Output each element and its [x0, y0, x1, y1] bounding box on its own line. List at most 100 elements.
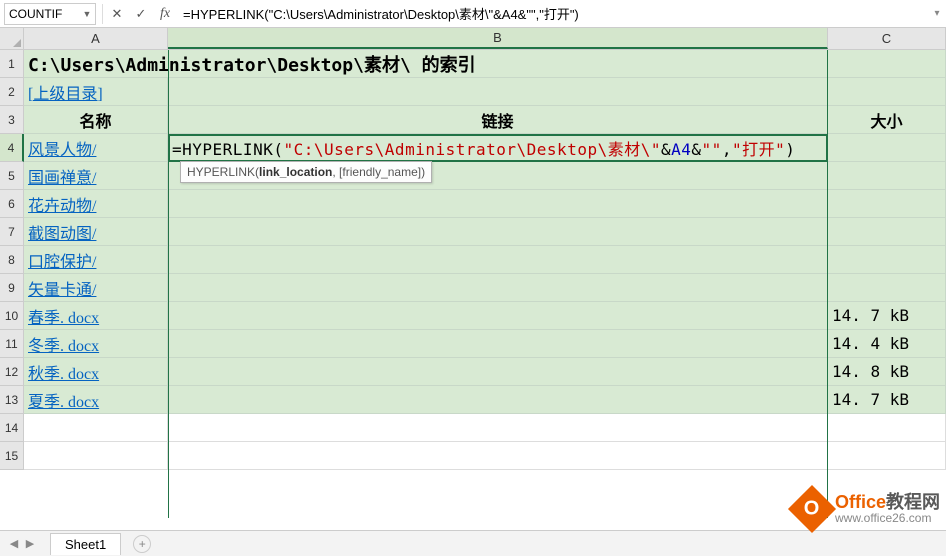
cell-A15[interactable] — [24, 442, 168, 470]
cell-A12-name-link[interactable]: 秋季. docx — [24, 358, 168, 386]
cell-A14[interactable] — [24, 414, 168, 442]
cell-B14[interactable] — [168, 414, 828, 442]
cell-A5-name-link[interactable]: 国画禅意/ — [24, 162, 168, 190]
tooltip-rest: , [friendly_name]) — [332, 165, 425, 179]
cell-B8[interactable] — [168, 246, 828, 274]
cell-C4-size[interactable] — [828, 134, 946, 162]
cell-A9-name-link[interactable]: 矢量卡通/ — [24, 274, 168, 302]
function-tooltip: HYPERLINK(link_location, [friendly_name]… — [180, 161, 432, 183]
row-4: 4 风景人物/=HYPERLINK("C:\Users\Administrato… — [0, 134, 946, 162]
row-header-15[interactable]: 15 — [0, 442, 24, 470]
cell-B3-header-link[interactable]: 链接 — [168, 106, 828, 134]
tooltip-fn: HYPERLINK( — [187, 165, 259, 179]
cell-A13-name-link[interactable]: 夏季. docx — [24, 386, 168, 414]
separator — [102, 4, 103, 24]
row-10: 10 春季. docx 14. 7 kB — [0, 302, 946, 330]
row-header-1[interactable]: 1 — [0, 50, 24, 78]
cell-B12[interactable] — [168, 358, 828, 386]
cell-C11-size[interactable]: 14. 4 kB — [828, 330, 946, 358]
row-header-7[interactable]: 7 — [0, 218, 24, 246]
tooltip-arg-bold: link_location — [259, 165, 332, 179]
tab-nav-next-icon[interactable]: ▶ — [22, 537, 38, 550]
add-sheet-button[interactable]: + — [133, 535, 151, 553]
cell-A7-name-link[interactable]: 截图动图/ — [24, 218, 168, 246]
cell-C3-header-size[interactable]: 大小 — [828, 106, 946, 134]
cell-C15[interactable] — [828, 442, 946, 470]
row-1: 1 C:\Users\Administrator\Desktop\素材\ 的索引 — [0, 50, 946, 78]
column-header-A[interactable]: A — [24, 28, 168, 49]
cell-B4-editing[interactable]: =HYPERLINK("C:\Users\Administrator\Deskt… — [168, 134, 828, 162]
cell-B11[interactable] — [168, 330, 828, 358]
cell-C13-size[interactable]: 14. 7 kB — [828, 386, 946, 414]
row-header-9[interactable]: 9 — [0, 274, 24, 302]
cell-C9-size[interactable] — [828, 274, 946, 302]
watermark-logo: O Office教程网 www.office26.com — [795, 492, 940, 526]
row-header-4[interactable]: 4 — [0, 134, 24, 162]
column-header-B[interactable]: B — [168, 28, 828, 49]
cell-B13[interactable] — [168, 386, 828, 414]
row-header-11[interactable]: 11 — [0, 330, 24, 358]
insert-function-button[interactable]: fx — [153, 3, 177, 25]
name-box-value: COUNTIF — [5, 7, 79, 21]
row-header-5[interactable]: 5 — [0, 162, 24, 190]
cell-C7-size[interactable] — [828, 218, 946, 246]
formula-input[interactable]: =HYPERLINK("C:\Users\Administrator\Deskt… — [177, 4, 928, 23]
row-3: 3 名称链接大小 — [0, 106, 946, 134]
cell-A3-header-name[interactable]: 名称 — [24, 106, 168, 134]
row-header-6[interactable]: 6 — [0, 190, 24, 218]
name-box-dropdown-icon[interactable]: ▼ — [79, 9, 95, 19]
row-12: 12 秋季. docx 14. 8 kB — [0, 358, 946, 386]
cell-C12-size[interactable]: 14. 8 kB — [828, 358, 946, 386]
cell-C14[interactable] — [828, 414, 946, 442]
row-header-10[interactable]: 10 — [0, 302, 24, 330]
formula-bar: COUNTIF ▼ ✕ ✓ fx =HYPERLINK("C:\Users\Ad… — [0, 0, 946, 28]
cell-B7[interactable] — [168, 218, 828, 246]
row-header-2[interactable]: 2 — [0, 78, 24, 106]
row-13: 13 夏季. docx 14. 7 kB — [0, 386, 946, 414]
watermark-icon: O — [788, 485, 836, 533]
row-2: 2 [上级目录] — [0, 78, 946, 106]
row-header-13[interactable]: 13 — [0, 386, 24, 414]
cell-A10-name-link[interactable]: 春季. docx — [24, 302, 168, 330]
column-headers: A B C — [0, 28, 946, 50]
sheet-tab-active[interactable]: Sheet1 — [50, 533, 121, 555]
tab-nav-prev-icon[interactable]: ◀ — [6, 537, 22, 550]
select-all-corner[interactable] — [0, 28, 24, 49]
row-header-12[interactable]: 12 — [0, 358, 24, 386]
cell-C8-size[interactable] — [828, 246, 946, 274]
row-11: 11 冬季. docx 14. 4 kB — [0, 330, 946, 358]
row-14: 14 — [0, 414, 946, 442]
row-header-8[interactable]: 8 — [0, 246, 24, 274]
column-header-C[interactable]: C — [828, 28, 946, 49]
tab-nav: ◀ ▶ — [0, 537, 44, 550]
watermark-title: Office教程网 — [835, 493, 940, 513]
accept-formula-button[interactable]: ✓ — [129, 3, 153, 25]
cell-A4-name-link[interactable]: 风景人物/ — [24, 134, 168, 162]
spreadsheet-grid[interactable]: A B C 1 C:\Users\Administrator\Desktop\素… — [0, 28, 946, 518]
name-box[interactable]: COUNTIF ▼ — [4, 3, 96, 25]
cell-C10-size[interactable]: 14. 7 kB — [828, 302, 946, 330]
cell-A2-parent-dir-link[interactable]: [上级目录] — [24, 78, 168, 106]
cell-C2[interactable] — [828, 78, 946, 106]
row-9: 9 矢量卡通/ — [0, 274, 946, 302]
cell-B6[interactable] — [168, 190, 828, 218]
row-7: 7 截图动图/ — [0, 218, 946, 246]
cell-B9[interactable] — [168, 274, 828, 302]
expand-formula-bar-icon[interactable]: ▾ — [928, 8, 946, 19]
row-header-14[interactable]: 14 — [0, 414, 24, 442]
row-15: 15 — [0, 442, 946, 470]
cell-A1-title[interactable]: C:\Users\Administrator\Desktop\素材\ 的索引 — [24, 50, 946, 78]
cell-B2[interactable] — [168, 78, 828, 106]
cell-C6-size[interactable] — [828, 190, 946, 218]
watermark-url: www.office26.com — [835, 512, 940, 525]
cancel-formula-button[interactable]: ✕ — [105, 3, 129, 25]
cell-C5-size[interactable] — [828, 162, 946, 190]
cell-A6-name-link[interactable]: 花卉动物/ — [24, 190, 168, 218]
row-header-3[interactable]: 3 — [0, 106, 24, 134]
cell-B15[interactable] — [168, 442, 828, 470]
cell-B10[interactable] — [168, 302, 828, 330]
cell-A8-name-link[interactable]: 口腔保护/ — [24, 246, 168, 274]
cell-A11-name-link[interactable]: 冬季. docx — [24, 330, 168, 358]
row-6: 6 花卉动物/ — [0, 190, 946, 218]
formula-editor[interactable]: =HYPERLINK("C:\Users\Administrator\Deskt… — [172, 136, 795, 160]
